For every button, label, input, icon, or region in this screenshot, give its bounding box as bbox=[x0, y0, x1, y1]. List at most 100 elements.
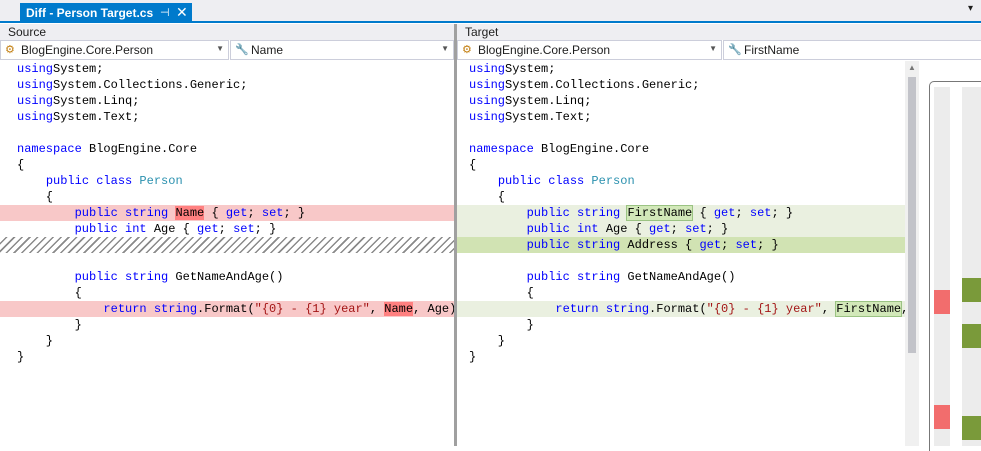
code-token: namespace bbox=[469, 142, 534, 156]
chevron-down-icon: ▼ bbox=[216, 44, 224, 53]
code-line: return string.Format("{0} - {1} year", F… bbox=[457, 301, 905, 317]
vertical-scrollbar[interactable]: ▲ bbox=[905, 61, 919, 446]
code-line: } bbox=[0, 317, 454, 333]
code-token: System.Collections.Generic; bbox=[53, 78, 248, 92]
code-line bbox=[0, 237, 454, 253]
wrench-icon: 🔧 bbox=[235, 44, 249, 56]
code-token: .Format( bbox=[197, 302, 255, 316]
target-pane-label: Target bbox=[457, 24, 981, 40]
diff-overview-margin[interactable] bbox=[920, 61, 981, 451]
close-icon[interactable]: ✕ bbox=[176, 4, 188, 21]
code-token: ; bbox=[247, 206, 262, 220]
overview-added-marker[interactable] bbox=[962, 416, 981, 440]
code-line: usingSystem.Linq; bbox=[457, 93, 905, 109]
source-member-combo[interactable]: 🔧 Name ▼ bbox=[230, 40, 454, 60]
code-line: usingSystem; bbox=[457, 61, 905, 77]
target-namespace-combo[interactable]: ⚙ BlogEngine.Core.Person ▼ bbox=[457, 40, 722, 60]
target-member-combo[interactable]: 🔧 FirstName bbox=[723, 40, 981, 60]
code-token: return string bbox=[555, 302, 650, 316]
code-token: using bbox=[17, 78, 54, 92]
tab-list-dropdown-icon[interactable]: ▾ bbox=[968, 3, 973, 14]
code-token: set bbox=[685, 222, 707, 236]
code-token: set bbox=[749, 206, 772, 220]
code-line: namespace BlogEngine.Core bbox=[457, 141, 905, 157]
overview-added-marker[interactable] bbox=[962, 324, 981, 348]
code-token: using bbox=[469, 78, 506, 92]
code-token: ; } bbox=[254, 222, 277, 236]
overview-removed-marker[interactable] bbox=[934, 405, 950, 429]
overview-added-marker[interactable] bbox=[962, 278, 981, 302]
code-token: Person bbox=[132, 174, 183, 188]
code-token: } bbox=[17, 350, 25, 364]
source-namespace-combo[interactable]: ⚙ BlogEngine.Core.Person ▼ bbox=[0, 40, 229, 60]
code-token: using bbox=[469, 110, 506, 124]
code-token: ; bbox=[670, 222, 686, 236]
target-code-editor[interactable]: usingSystem; usingSystem.Collections.Gene… bbox=[457, 61, 905, 446]
code-line: public int Age { get; set; } bbox=[457, 221, 905, 237]
code-token: System.Text; bbox=[53, 110, 140, 124]
class-icon: ⚙ bbox=[462, 44, 472, 56]
code-line: usingSystem.Collections.Generic; bbox=[457, 77, 905, 93]
code-line: } bbox=[0, 333, 454, 349]
code-token: } bbox=[469, 334, 506, 348]
code-token: Person bbox=[584, 174, 635, 188]
code-token: public string bbox=[526, 270, 621, 284]
code-line: public string Address { get; set; } bbox=[457, 237, 905, 253]
changed-word: Name bbox=[384, 302, 414, 316]
code-token: } bbox=[469, 318, 534, 332]
code-token: } bbox=[17, 318, 82, 332]
tab-strip-underline bbox=[0, 21, 981, 23]
code-token: "{0} - {1} year" bbox=[254, 302, 370, 316]
code-token: public string bbox=[74, 206, 169, 220]
overview-target-column bbox=[962, 87, 981, 446]
code-line: { bbox=[457, 157, 905, 173]
code-token: System.Text; bbox=[505, 110, 592, 124]
code-token: } bbox=[469, 350, 477, 364]
changed-word: Name bbox=[175, 206, 205, 220]
code-line: public string GetNameAndAge() bbox=[0, 269, 454, 285]
code-token: set bbox=[233, 222, 255, 236]
code-token: Age { bbox=[598, 222, 650, 236]
target-member-value: FirstName bbox=[744, 43, 800, 57]
wrench-icon: 🔧 bbox=[728, 44, 742, 56]
code-token: ; } bbox=[757, 238, 779, 252]
code-token: { bbox=[469, 286, 534, 300]
source-code-editor[interactable]: usingSystem; usingSystem.Collections.Gene… bbox=[0, 61, 454, 446]
code-token: ; bbox=[721, 238, 736, 252]
code-token: set bbox=[261, 206, 284, 220]
class-icon: ⚙ bbox=[5, 44, 15, 56]
code-token: { bbox=[692, 206, 714, 220]
code-line: { bbox=[0, 189, 454, 205]
scroll-up-icon[interactable]: ▲ bbox=[908, 63, 916, 72]
code-token: ; bbox=[735, 206, 750, 220]
source-member-value: Name bbox=[251, 43, 284, 57]
target-namespace-value: BlogEngine.Core.Person bbox=[478, 43, 611, 57]
code-token: ; bbox=[218, 222, 234, 236]
code-line: { bbox=[457, 285, 905, 301]
code-token: return string bbox=[103, 302, 198, 316]
code-line: usingSystem; bbox=[0, 61, 454, 77]
code-token: .Format( bbox=[649, 302, 707, 316]
source-pane-label: Source bbox=[0, 24, 454, 40]
tab-title: Diff - Person Target.cs bbox=[26, 6, 154, 20]
code-token: get bbox=[197, 222, 219, 236]
overview-removed-marker[interactable] bbox=[934, 290, 950, 314]
code-token: "{0} - {1} year" bbox=[706, 302, 822, 316]
scrollbar-thumb[interactable] bbox=[908, 77, 916, 353]
document-tab-strip: Diff - Person Target.cs ⊣ ✕ ▾ bbox=[0, 0, 981, 23]
code-line: namespace BlogEngine.Core bbox=[0, 141, 454, 157]
tab-diff-person-target[interactable]: Diff - Person Target.cs ⊣ ✕ bbox=[20, 3, 192, 23]
pane-splitter[interactable] bbox=[454, 24, 457, 446]
pin-icon[interactable]: ⊣ bbox=[160, 6, 170, 19]
source-namespace-value: BlogEngine.Core.Person bbox=[21, 43, 154, 57]
code-token: BlogEngine.Core bbox=[81, 142, 198, 156]
code-token: GetNameAndAge() bbox=[168, 270, 284, 284]
